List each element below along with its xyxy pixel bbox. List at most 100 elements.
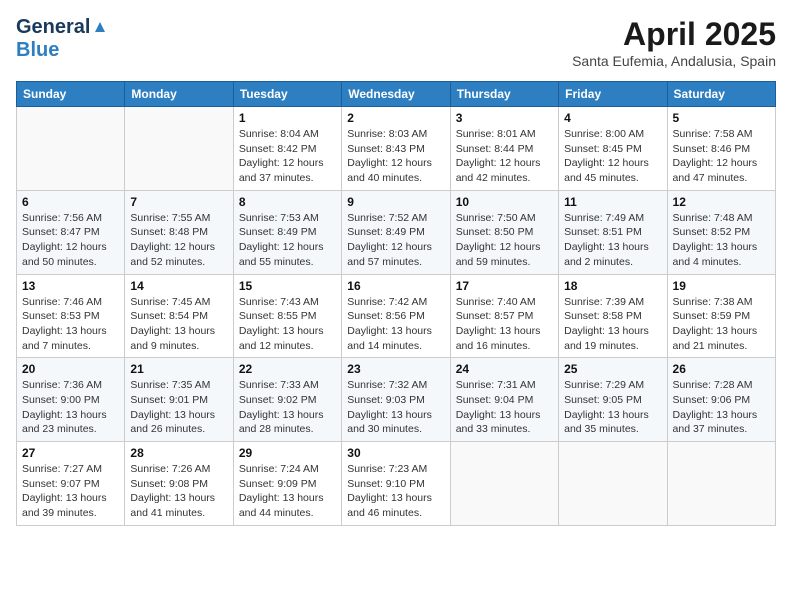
calendar-cell: 30 Sunrise: 7:23 AMSunset: 9:10 PMDayligh…: [342, 442, 450, 526]
calendar-table: SundayMondayTuesdayWednesdayThursdayFrid…: [16, 81, 776, 526]
logo-blue: Blue: [16, 39, 59, 61]
calendar-cell: 21Sunrise: 7:35 AMSunset: 9:01 PMDayligh…: [125, 358, 233, 442]
calendar-cell: 8 Sunrise: 7:53 AMSunset: 8:49 PMDaylight…: [233, 190, 341, 274]
day-info: Sunrise: 7:42 AMSunset: 8:56 PMDaylight:…: [347, 295, 444, 354]
day-info: Sunrise: 7:28 AMSunset: 9:06 PMDaylight:…: [673, 378, 770, 437]
day-info: Sunrise: 7:45 AMSunset: 8:54 PMDaylight:…: [130, 295, 227, 354]
calendar-cell: 9 Sunrise: 7:52 AMSunset: 8:49 PMDaylight…: [342, 190, 450, 274]
calendar-cell: 26 Sunrise: 7:28 AMSunset: 9:06 PMDayligh…: [667, 358, 775, 442]
calendar-week-row: 20 Sunrise: 7:36 AMSunset: 9:00 PMDayligh…: [17, 358, 776, 442]
page-header: General Blue April 2025 Santa Eufemia, A…: [16, 16, 776, 69]
day-info: Sunrise: 7:33 AMSunset: 9:02 PMDaylight:…: [239, 378, 336, 437]
day-info: Sunrise: 7:27 AMSunset: 9:07 PMDaylight:…: [22, 462, 119, 521]
day-info: Sunrise: 7:49 AMSunset: 8:51 PMDaylight:…: [564, 211, 661, 270]
day-info: Sunrise: 7:32 AMSunset: 9:03 PMDaylight:…: [347, 378, 444, 437]
calendar-cell: 27 Sunrise: 7:27 AMSunset: 9:07 PMDayligh…: [17, 442, 125, 526]
day-number: 1: [239, 111, 336, 125]
day-info: Sunrise: 7:26 AMSunset: 9:08 PMDaylight:…: [130, 462, 227, 521]
day-number: 25: [564, 362, 661, 376]
calendar-cell: 25 Sunrise: 7:29 AMSunset: 9:05 PMDayligh…: [559, 358, 667, 442]
day-info: Sunrise: 7:58 AMSunset: 8:46 PMDaylight:…: [673, 127, 770, 186]
day-info: Sunrise: 7:56 AMSunset: 8:47 PMDaylight:…: [22, 211, 119, 270]
calendar-cell: 3 Sunrise: 8:01 AMSunset: 8:44 PMDaylight…: [450, 107, 558, 191]
day-info: Sunrise: 8:01 AMSunset: 8:44 PMDaylight:…: [456, 127, 553, 186]
calendar-week-row: 1 Sunrise: 8:04 AMSunset: 8:42 PMDaylight…: [17, 107, 776, 191]
calendar-cell: 16 Sunrise: 7:42 AMSunset: 8:56 PMDayligh…: [342, 274, 450, 358]
day-number: 20: [22, 362, 119, 376]
day-info: Sunrise: 7:31 AMSunset: 9:04 PMDaylight:…: [456, 378, 553, 437]
calendar-cell: [450, 442, 558, 526]
calendar-cell: 24 Sunrise: 7:31 AMSunset: 9:04 PMDayligh…: [450, 358, 558, 442]
calendar-cell: 29 Sunrise: 7:24 AMSunset: 9:09 PMDayligh…: [233, 442, 341, 526]
calendar-cell: 28Sunrise: 7:26 AMSunset: 9:08 PMDayligh…: [125, 442, 233, 526]
calendar-cell: 23 Sunrise: 7:32 AMSunset: 9:03 PMDayligh…: [342, 358, 450, 442]
weekday-header-friday: Friday: [559, 82, 667, 107]
day-info: Sunrise: 7:38 AMSunset: 8:59 PMDaylight:…: [673, 295, 770, 354]
calendar-header-row: SundayMondayTuesdayWednesdayThursdayFrid…: [17, 82, 776, 107]
logo-general: General: [16, 16, 90, 39]
day-info: Sunrise: 7:23 AMSunset: 9:10 PMDaylight:…: [347, 462, 444, 521]
day-number: 16: [347, 279, 444, 293]
calendar-cell: 15 Sunrise: 7:43 AMSunset: 8:55 PMDayligh…: [233, 274, 341, 358]
day-number: 27: [22, 446, 119, 460]
day-number: 18: [564, 279, 661, 293]
calendar-cell: 7Sunrise: 7:55 AMSunset: 8:48 PMDaylight…: [125, 190, 233, 274]
weekday-header-wednesday: Wednesday: [342, 82, 450, 107]
day-info: Sunrise: 7:40 AMSunset: 8:57 PMDaylight:…: [456, 295, 553, 354]
calendar-cell: 17 Sunrise: 7:40 AMSunset: 8:57 PMDayligh…: [450, 274, 558, 358]
day-number: 4: [564, 111, 661, 125]
calendar-cell: [667, 442, 775, 526]
day-number: 8: [239, 195, 336, 209]
calendar-cell: [559, 442, 667, 526]
day-number: 3: [456, 111, 553, 125]
calendar-cell: [125, 107, 233, 191]
calendar-cell: 12Sunrise: 7:48 AMSunset: 8:52 PMDayligh…: [667, 190, 775, 274]
calendar-cell: 2Sunrise: 8:03 AMSunset: 8:43 PMDaylight…: [342, 107, 450, 191]
weekday-header-tuesday: Tuesday: [233, 82, 341, 107]
day-info: Sunrise: 7:24 AMSunset: 9:09 PMDaylight:…: [239, 462, 336, 521]
day-info: Sunrise: 7:53 AMSunset: 8:49 PMDaylight:…: [239, 211, 336, 270]
page-subtitle: Santa Eufemia, Andalusia, Spain: [572, 53, 776, 69]
calendar-cell: 13Sunrise: 7:46 AMSunset: 8:53 PMDayligh…: [17, 274, 125, 358]
day-number: 24: [456, 362, 553, 376]
day-number: 30: [347, 446, 444, 460]
calendar-week-row: 6 Sunrise: 7:56 AMSunset: 8:47 PMDaylight…: [17, 190, 776, 274]
calendar-cell: 18 Sunrise: 7:39 AMSunset: 8:58 PMDayligh…: [559, 274, 667, 358]
day-number: 17: [456, 279, 553, 293]
day-number: 7: [130, 195, 227, 209]
page-title: April 2025: [572, 16, 776, 53]
calendar-cell: 10Sunrise: 7:50 AMSunset: 8:50 PMDayligh…: [450, 190, 558, 274]
calendar-cell: 11Sunrise: 7:49 AMSunset: 8:51 PMDayligh…: [559, 190, 667, 274]
day-number: 5: [673, 111, 770, 125]
day-number: 21: [130, 362, 227, 376]
title-area: April 2025 Santa Eufemia, Andalusia, Spa…: [572, 16, 776, 69]
calendar-cell: 5 Sunrise: 7:58 AMSunset: 8:46 PMDaylight…: [667, 107, 775, 191]
weekday-header-monday: Monday: [125, 82, 233, 107]
day-number: 2: [347, 111, 444, 125]
day-number: 22: [239, 362, 336, 376]
day-number: 6: [22, 195, 119, 209]
logo-triangle-icon: [91, 18, 109, 36]
weekday-header-saturday: Saturday: [667, 82, 775, 107]
day-info: Sunrise: 7:43 AMSunset: 8:55 PMDaylight:…: [239, 295, 336, 354]
day-number: 9: [347, 195, 444, 209]
day-number: 19: [673, 279, 770, 293]
day-info: Sunrise: 7:39 AMSunset: 8:58 PMDaylight:…: [564, 295, 661, 354]
calendar-week-row: 27 Sunrise: 7:27 AMSunset: 9:07 PMDayligh…: [17, 442, 776, 526]
calendar-cell: 1 Sunrise: 8:04 AMSunset: 8:42 PMDaylight…: [233, 107, 341, 191]
day-info: Sunrise: 7:29 AMSunset: 9:05 PMDaylight:…: [564, 378, 661, 437]
day-info: Sunrise: 7:52 AMSunset: 8:49 PMDaylight:…: [347, 211, 444, 270]
day-info: Sunrise: 8:00 AMSunset: 8:45 PMDaylight:…: [564, 127, 661, 186]
calendar-week-row: 13Sunrise: 7:46 AMSunset: 8:53 PMDayligh…: [17, 274, 776, 358]
logo: General Blue: [16, 16, 109, 62]
calendar-cell: 4 Sunrise: 8:00 AMSunset: 8:45 PMDaylight…: [559, 107, 667, 191]
day-number: 29: [239, 446, 336, 460]
day-number: 26: [673, 362, 770, 376]
day-info: Sunrise: 8:04 AMSunset: 8:42 PMDaylight:…: [239, 127, 336, 186]
calendar-cell: 6 Sunrise: 7:56 AMSunset: 8:47 PMDaylight…: [17, 190, 125, 274]
day-number: 10: [456, 195, 553, 209]
day-number: 23: [347, 362, 444, 376]
day-number: 15: [239, 279, 336, 293]
day-info: Sunrise: 7:36 AMSunset: 9:00 PMDaylight:…: [22, 378, 119, 437]
day-number: 13: [22, 279, 119, 293]
